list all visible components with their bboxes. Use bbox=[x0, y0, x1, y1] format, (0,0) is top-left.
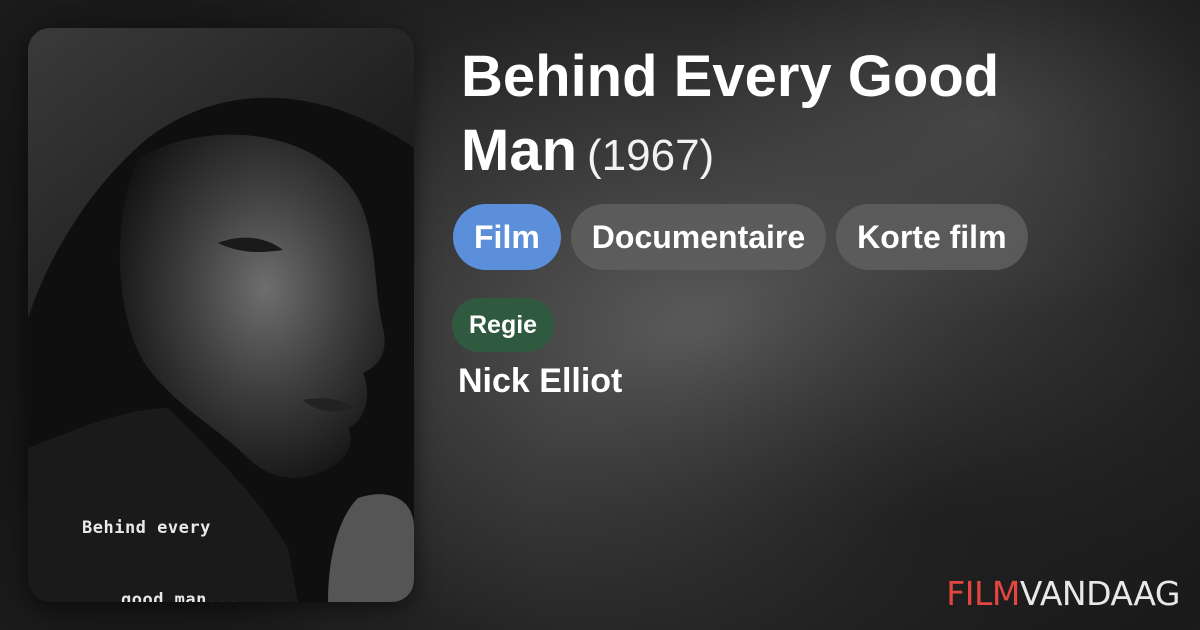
filmvandaag-logo[interactable]: FILMVANDAAG bbox=[946, 576, 1180, 612]
poster-caption-line2: good man... bbox=[121, 590, 240, 602]
genre-chip-documentaire[interactable]: Documentaire bbox=[570, 204, 827, 270]
genre-chip-korte-film[interactable]: Korte film bbox=[836, 204, 1028, 270]
director-name[interactable]: Nick Elliot bbox=[458, 362, 622, 401]
poster-caption-line1: Behind every bbox=[82, 518, 211, 538]
genre-chip-film[interactable]: Film bbox=[453, 204, 561, 270]
movie-year: (1967) bbox=[587, 131, 715, 180]
genre-list: Film Documentaire Korte film bbox=[453, 204, 1028, 270]
movie-title-text: Behind Every Good Man bbox=[461, 44, 1000, 183]
role-badge-regie: Regie bbox=[452, 298, 555, 352]
movie-poster[interactable]: Behind every good man... bbox=[28, 28, 414, 602]
movie-title: Behind Every Good Man (1967) bbox=[461, 40, 1161, 193]
logo-part-film: FILM bbox=[946, 574, 1020, 613]
poster-caption: Behind every good man... bbox=[78, 468, 239, 602]
logo-part-vandaag: VANDAAG bbox=[1019, 574, 1181, 613]
